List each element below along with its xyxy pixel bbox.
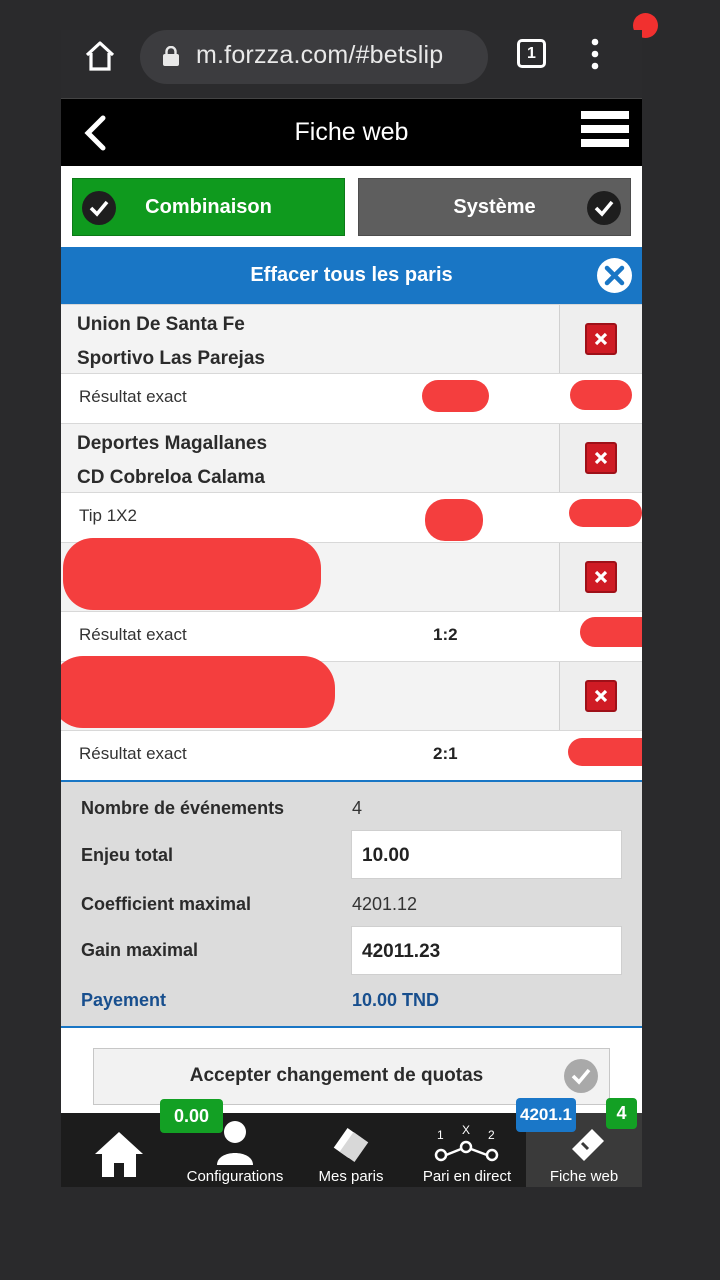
events-value: 4 [352, 798, 363, 818]
balance-badge: 0.00 [160, 1099, 223, 1133]
max-gain-field: 42011.23 [351, 926, 622, 975]
accept-label: Accepter changement de quotas [189, 1065, 484, 1086]
ticket-icon [572, 1129, 604, 1161]
bet-item: Union De Santa Fe Sportivo Las Parejas [61, 304, 642, 374]
check-icon [82, 191, 116, 225]
away-team: CD Cobreloa Calama [77, 467, 265, 488]
home-team: Deportes Magallanes [77, 433, 268, 454]
nav-live-bet[interactable]: 1 X 2 Pari en direct [409, 1113, 525, 1187]
system-label: Système [453, 196, 536, 218]
bet-detail-row: Résultat exact 1:2 [61, 612, 642, 661]
redaction-mark [570, 380, 632, 410]
svg-text:X: X [462, 1125, 470, 1137]
more-options-icon[interactable] [590, 38, 600, 70]
home-team: Union De Santa Fe [77, 314, 245, 335]
redaction-mark [568, 738, 642, 766]
nav-label: Mes paris [318, 1168, 384, 1185]
bet-type: Résultat exact [79, 744, 187, 763]
url-text: m.forzza.com/#betslip [196, 41, 444, 69]
tickets-icon [333, 1128, 369, 1162]
house-icon [95, 1132, 143, 1177]
page-title: Fiche web [294, 118, 409, 146]
address-bar[interactable]: m.forzza.com/#betslip [140, 30, 488, 84]
svg-text:1: 1 [437, 1128, 444, 1142]
redaction-mark [63, 538, 321, 610]
check-icon [564, 1059, 598, 1093]
stake-label: Enjeu total [81, 845, 174, 865]
check-icon [587, 191, 621, 225]
delete-cell [559, 305, 642, 373]
bet-detail-row: Tip 1X2 [61, 493, 642, 542]
delete-bet-button[interactable] [585, 680, 617, 712]
delete-bet-button[interactable] [585, 561, 617, 593]
delete-cell [559, 424, 642, 492]
lock-icon [163, 46, 179, 66]
payment-label: Payement [81, 990, 167, 1010]
stake-input[interactable]: 10.00 [351, 830, 622, 879]
redaction-mark [61, 656, 335, 728]
bet-type: Résultat exact [79, 387, 187, 406]
max-coef-label: Coefficient maximal [81, 894, 252, 914]
nav-label: Configurations [186, 1168, 284, 1185]
bet-item: Deportes Magallanes CD Cobreloa Calama [61, 423, 642, 493]
combination-tab[interactable]: Combinaison [72, 178, 345, 236]
max-gain-label: Gain maximal [81, 940, 199, 960]
nav-my-bets[interactable]: Mes paris [293, 1113, 409, 1187]
bet-detail-row: Résultat exact [61, 374, 642, 423]
svg-text:2: 2 [488, 1128, 495, 1142]
delete-bet-button[interactable] [585, 323, 617, 355]
bet-pick: 2:1 [433, 744, 458, 763]
system-tab[interactable]: Système [358, 178, 631, 236]
combination-label: Combinaison [145, 196, 272, 218]
clear-all-label: Effacer tous les paris [250, 264, 453, 286]
bet-mode-selector: Combinaison Système [61, 166, 642, 247]
bet-type: Résultat exact [79, 625, 187, 644]
redaction-mark [580, 617, 642, 647]
app-header: Fiche web [61, 98, 642, 166]
bet-summary: Nombre de événements 4 Enjeu total 10.00… [61, 780, 642, 1026]
delete-cell [559, 662, 642, 730]
nav-label: Fiche web [549, 1168, 619, 1185]
coefficient-badge: 4201.1 [516, 1098, 576, 1132]
events-label: Nombre de événements [81, 798, 285, 818]
bet-type: Tip 1X2 [79, 506, 137, 525]
bet-item [61, 656, 642, 731]
1x2-icon: 1 X 2 [434, 1125, 499, 1162]
accept-odds-change-button[interactable]: Accepter changement de quotas [93, 1048, 610, 1105]
bet-pick: 1:2 [433, 625, 458, 644]
phone-screen: m.forzza.com/#betslip 1 Fiche web Combin… [61, 30, 642, 1187]
redaction-mark [569, 499, 642, 527]
away-team: Sportivo Las Parejas [77, 348, 265, 369]
delete-bet-button[interactable] [585, 442, 617, 474]
bet-item [61, 538, 642, 612]
redaction-mark [422, 380, 489, 412]
payment-value: 10.00 TND [352, 990, 440, 1010]
hamburger-menu-icon[interactable] [581, 111, 629, 151]
bet-detail-row: Résultat exact 2:1 [61, 731, 642, 780]
nav-label: Pari en direct [422, 1168, 512, 1185]
browser-toolbar: m.forzza.com/#betslip 1 [61, 30, 642, 98]
redaction-mark [425, 499, 483, 541]
close-icon[interactable] [597, 258, 632, 293]
tab-switcher-button[interactable]: 1 [517, 39, 546, 68]
clear-all-bar[interactable]: Effacer tous les paris [61, 247, 642, 304]
bet-count-badge: 4 [606, 1098, 637, 1129]
max-coef-value: 4201.12 [352, 894, 418, 914]
delete-cell [559, 543, 642, 611]
home-icon[interactable] [83, 39, 117, 73]
